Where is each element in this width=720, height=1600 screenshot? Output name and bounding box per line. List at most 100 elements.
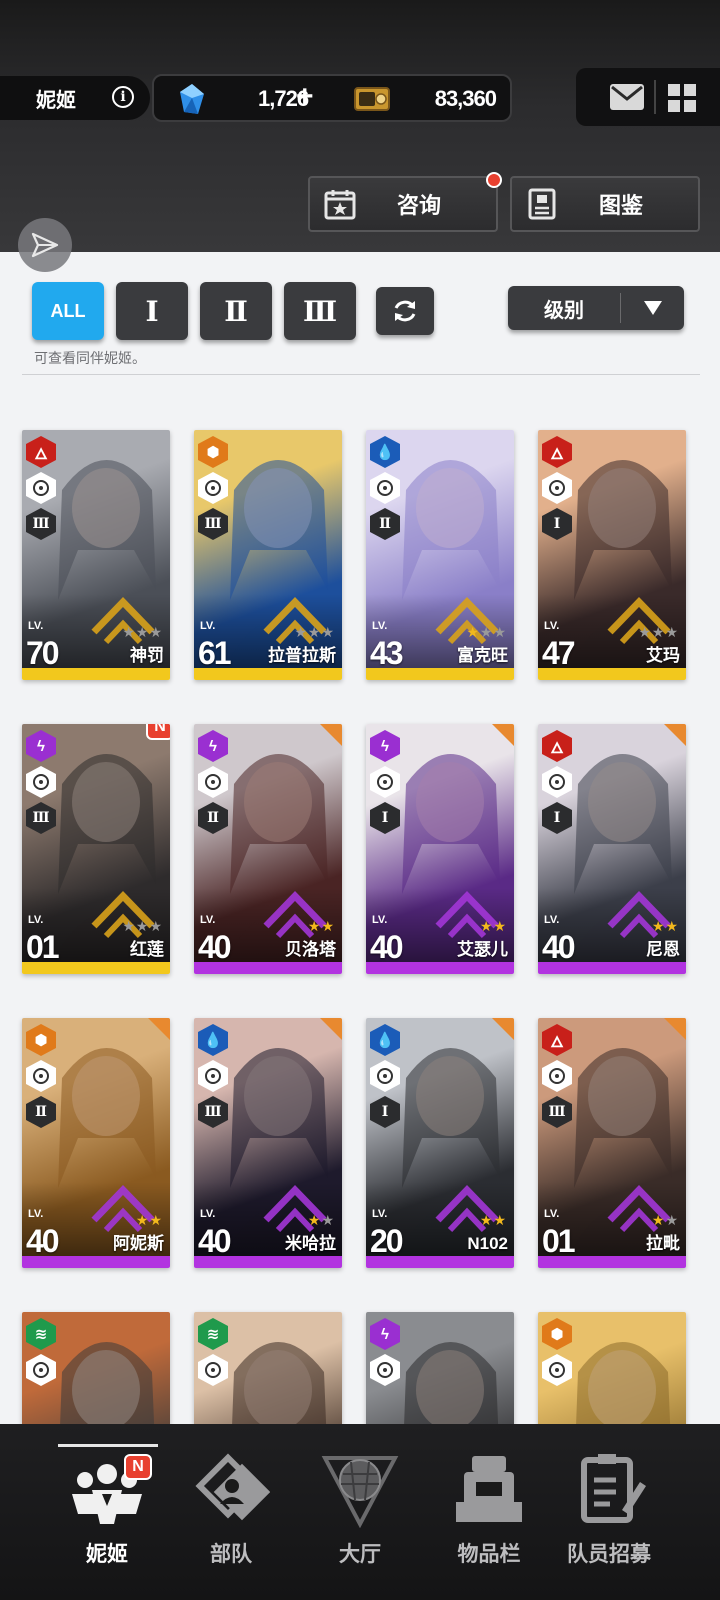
nav-item-squad[interactable]: 部队 — [166, 1444, 296, 1584]
star-icon: ★ — [651, 919, 665, 935]
divider — [22, 374, 700, 375]
level-prefix: LV. — [544, 914, 560, 926]
wind-element-icon: ≋ — [26, 1318, 56, 1350]
bottom-navigation: 妮姬 N 部队 大厅 物品栏 队员招募 — [0, 1424, 720, 1600]
burst-type-badge: Ⅰ — [370, 802, 400, 834]
page-title: 妮姬 — [36, 89, 76, 112]
burst-type-badge: Ⅲ — [542, 1096, 572, 1128]
level-value: 40 — [26, 1223, 60, 1259]
character-name: 米哈拉 — [285, 1234, 336, 1253]
character-name: 艾瑟儿 — [457, 940, 508, 959]
filter-burst-3-button[interactable]: Ⅲ — [284, 282, 356, 340]
nav-item-nikke[interactable]: 妮姬 — [42, 1444, 172, 1584]
info-icon[interactable]: i — [112, 86, 134, 108]
badge-column: 💧 Ⅲ — [198, 1024, 228, 1132]
star-icon: ★ — [479, 1213, 493, 1229]
star-rating: ★ ★ ★ — [638, 626, 678, 640]
nikke-card[interactable]: 💧 Ⅰ LV. 20 ★ ★ N102 — [366, 1018, 514, 1268]
nav-item-recruit[interactable]: 队员招募 — [544, 1444, 674, 1584]
sort-label: 级别 — [544, 299, 584, 322]
filter-burst-2-button[interactable]: Ⅱ — [200, 282, 272, 340]
weapon-class-icon — [198, 1060, 228, 1092]
credit-count: 83,360 — [434, 86, 497, 111]
star-icon: ★ — [321, 1213, 334, 1229]
character-name: 拉普拉斯 — [268, 646, 336, 665]
nikke-card[interactable]: ≋ — [22, 1312, 170, 1424]
burst-type-badge: Ⅰ — [370, 1096, 400, 1128]
star-rating: ★ ★ — [308, 920, 334, 934]
star-icon: ★ — [149, 919, 162, 935]
burst-type-badge: Ⅱ — [198, 802, 228, 834]
nikke-card[interactable]: ⬢ — [538, 1312, 686, 1424]
star-icon: ★ — [135, 1213, 149, 1229]
badge-column: 💧 Ⅰ — [370, 1024, 400, 1132]
star-rating: ★ ★ — [652, 920, 678, 934]
weapon-class-icon — [198, 472, 228, 504]
star-icon: ★ — [493, 1213, 506, 1229]
weapon-class-icon — [370, 472, 400, 504]
sort-dropdown[interactable]: 级别 — [508, 286, 684, 330]
menu-grid-icon[interactable] — [668, 84, 696, 112]
nikke-card[interactable]: 🜂 Ⅲ LV. 70 ★ ★ ★ 神罚 — [22, 430, 170, 680]
weapon-class-icon — [542, 766, 572, 798]
nikke-card[interactable]: 🜂 Ⅲ LV. 01 ★ ★ 拉毗 — [538, 1018, 686, 1268]
weapon-class-icon — [198, 1354, 228, 1386]
nikke-card[interactable]: ϟ Ⅱ LV. 40 ★ ★ 贝洛塔 — [194, 724, 342, 974]
weapon-class-icon — [370, 766, 400, 798]
filter-burst-1-button[interactable]: Ⅰ — [116, 282, 188, 340]
star-rating: ★ ★ — [480, 920, 506, 934]
star-icon: ★ — [135, 625, 149, 641]
nikke-card[interactable]: ϟ — [366, 1312, 514, 1424]
weapon-class-icon — [26, 1354, 56, 1386]
level-prefix: LV. — [200, 914, 216, 926]
fire-element-icon: 🜂 — [26, 436, 56, 468]
nikke-card[interactable]: ⬢ Ⅲ LV. 61 ★ ★ ★ 拉普拉斯 — [194, 430, 342, 680]
recruit-icon — [581, 1454, 646, 1523]
level-prefix: LV. — [544, 620, 560, 632]
level-value: 40 — [198, 1223, 232, 1259]
star-icon: ★ — [493, 625, 506, 641]
nikke-card[interactable]: ϟ Ⅲ LV. 01 ★ ★ ★ 红莲 N — [22, 724, 170, 974]
add-gems-button[interactable]: + — [296, 80, 314, 114]
calendar-star-icon — [324, 190, 356, 220]
nav-item-inventory[interactable]: 物品栏 — [424, 1444, 554, 1584]
gem-icon — [180, 84, 204, 114]
weapon-class-icon — [542, 1060, 572, 1092]
nikke-card[interactable]: 🜂 Ⅰ LV. 40 ★ ★ 尼恩 — [538, 724, 686, 974]
star-icon: ★ — [122, 919, 135, 935]
consult-button[interactable]: 咨询 — [308, 172, 502, 232]
mail-icon[interactable] — [610, 84, 644, 110]
star-icon: ★ — [651, 625, 665, 641]
filter-all-button[interactable]: ALL — [32, 282, 104, 340]
electric-element-icon: ϟ — [198, 730, 228, 762]
character-name: 阿妮斯 — [113, 1234, 164, 1253]
nikke-card[interactable]: 🜂 Ⅰ LV. 47 ★ ★ ★ 艾玛 — [538, 430, 686, 680]
electric-element-icon: ϟ — [370, 730, 400, 762]
burst-type-badge: Ⅱ — [26, 1096, 56, 1128]
level-value: 61 — [198, 635, 232, 671]
character-name: 拉毗 — [646, 1234, 680, 1253]
weapon-class-icon — [370, 1354, 400, 1386]
nav-item-lobby[interactable]: 大厅 — [295, 1444, 425, 1584]
floating-assist-button[interactable] — [18, 218, 72, 272]
refresh-button[interactable] — [376, 287, 434, 335]
hint-text: 可查看同伴妮姬。 — [34, 350, 146, 366]
currency-bar: 1,726 + 83,360 — [152, 74, 512, 122]
level-prefix: LV. — [372, 620, 388, 632]
star-icon: ★ — [321, 625, 334, 641]
star-icon: ★ — [651, 1213, 665, 1229]
rarity-corner-tag — [320, 1018, 342, 1040]
character-name: 富克旺 — [457, 646, 508, 665]
star-icon: ★ — [321, 919, 334, 935]
star-icon: ★ — [294, 625, 307, 641]
badge-column: ⬢ — [542, 1318, 572, 1390]
paper-plane-icon — [31, 232, 59, 258]
nikke-card[interactable]: 💧 Ⅲ LV. 40 ★ ★ 米哈拉 — [194, 1018, 342, 1268]
star-rating: ★ ★ ★ — [122, 626, 162, 640]
water-element-icon: 💧 — [370, 1024, 400, 1056]
gallery-button[interactable]: 图鉴 — [510, 176, 700, 232]
nikke-card[interactable]: 💧 Ⅱ LV. 43 ★ ★ ★ 富克旺 — [366, 430, 514, 680]
nikke-card[interactable]: ϟ Ⅰ LV. 40 ★ ★ 艾瑟儿 — [366, 724, 514, 974]
nikke-card[interactable]: ≋ — [194, 1312, 342, 1424]
nikke-card[interactable]: ⬢ Ⅱ LV. 40 ★ ★ 阿妮斯 — [22, 1018, 170, 1268]
